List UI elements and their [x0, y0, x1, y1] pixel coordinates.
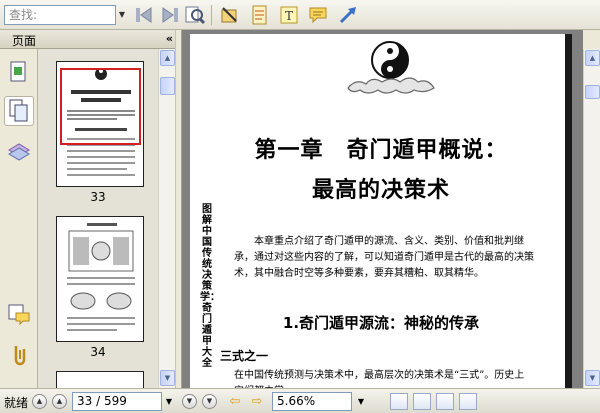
- thumbnail-label-33: 33: [90, 190, 106, 204]
- search-dropdown-button[interactable]: ▼: [117, 6, 127, 24]
- doc-scroll-thumb[interactable]: [585, 85, 600, 99]
- thumbnails-tab-icon[interactable]: [4, 96, 34, 126]
- toolbar-separator: [211, 5, 212, 25]
- status-text: 就绪: [4, 396, 29, 410]
- comments-tab-icon[interactable]: [4, 299, 34, 329]
- facing-view-icon[interactable]: [436, 393, 454, 410]
- scroll-down-button[interactable]: ▼: [160, 370, 175, 386]
- subsection-title: 三式之一: [220, 349, 269, 363]
- thumbnail-label-34: 34: [90, 345, 106, 359]
- forward-arrow-icon[interactable]: ⇨: [248, 394, 266, 409]
- chapter-title-line2: 最高的决策术: [311, 177, 450, 203]
- status-bar: 就绪 ▲ ▲ 33 / 599 ▼ ▼ ▼ ⇦ ⇨ 5.66% ▼: [0, 388, 600, 413]
- document-scrollbar[interactable]: ▲ ▼: [583, 49, 600, 388]
- side-tabs: [0, 49, 38, 388]
- pages-panel-header: 页面 «: [0, 30, 178, 49]
- text-box-icon[interactable]: T: [278, 4, 300, 26]
- section-title: 1.奇门遁甲源流：神秘的传承: [282, 314, 480, 332]
- pages-tab-icon[interactable]: [4, 57, 34, 87]
- layers-tab-icon[interactable]: [4, 135, 34, 165]
- thumbnail-pane: 33 34: [38, 49, 158, 401]
- chapter-summary-paragraph: 本章重点介绍了奇门遁甲的源流、含义、类别、价值和批判继承，通过对这些内容的了解，…: [234, 236, 534, 279]
- prev-find-icon[interactable]: [133, 4, 155, 26]
- document-view[interactable]: 第一章 奇门遁甲概说： 最高的决策术 图解中国传统决策学：奇门遁甲大全 本章重点…: [182, 30, 583, 388]
- first-page-button[interactable]: ▲: [32, 394, 47, 409]
- panel-splitter[interactable]: [175, 30, 182, 388]
- select-text-icon[interactable]: [218, 4, 240, 26]
- doc-scroll-down-button[interactable]: ▼: [585, 370, 600, 386]
- last-page-button[interactable]: ▼: [202, 394, 217, 409]
- document-page: 第一章 奇门遁甲概说： 最高的决策术 图解中国传统决策学：奇门遁甲大全 本章重点…: [190, 34, 572, 388]
- zoom-field[interactable]: 5.66%: [272, 392, 352, 411]
- collapse-panel-button[interactable]: «: [166, 32, 173, 45]
- page-number-field[interactable]: 33 / 599: [72, 392, 162, 411]
- prev-page-button[interactable]: ▲: [52, 394, 67, 409]
- notes-icon[interactable]: [249, 4, 271, 26]
- comment-icon[interactable]: [307, 4, 329, 26]
- main-toolbar: 查找: ▼ T: [0, 0, 600, 30]
- search-input[interactable]: 查找:: [4, 5, 116, 25]
- continuous-view-icon[interactable]: [413, 393, 431, 410]
- thumbnail-scrollbar[interactable]: ▲ ▼: [158, 49, 175, 388]
- attachments-tab-icon[interactable]: [4, 339, 34, 369]
- page-edge: [565, 34, 572, 388]
- thumbnail-view-rectangle[interactable]: [60, 68, 141, 145]
- arrow-icon[interactable]: [337, 4, 359, 26]
- find-zoom-icon[interactable]: [184, 4, 206, 26]
- scroll-up-button[interactable]: ▲: [160, 50, 175, 66]
- next-find-icon[interactable]: [159, 4, 181, 26]
- book-side-label: 图解中国传统决策学：奇门遁甲大全: [200, 204, 220, 369]
- continuous-facing-view-icon[interactable]: [459, 393, 477, 410]
- panel-title: 页面: [12, 34, 37, 48]
- thumbnail-page-34[interactable]: [56, 216, 144, 342]
- doc-scroll-up-button[interactable]: ▲: [585, 50, 600, 66]
- back-arrow-icon[interactable]: ⇦: [226, 394, 244, 409]
- next-page-button[interactable]: ▼: [182, 394, 197, 409]
- zoom-dropdown-button[interactable]: ▼: [354, 393, 368, 410]
- body-paragraph: 在中国传统预测与决策术中，最高层次的决策术是“三式”。历史上它们都由掌: [234, 370, 525, 388]
- single-page-view-icon[interactable]: [390, 393, 408, 410]
- svg-text:T: T: [285, 9, 293, 23]
- page-dropdown-button[interactable]: ▼: [162, 393, 176, 410]
- yin-yang-cloud-icon: [347, 41, 435, 94]
- chapter-title-line1: 第一章 奇门遁甲概说：: [254, 137, 508, 163]
- scroll-thumb[interactable]: [160, 77, 175, 95]
